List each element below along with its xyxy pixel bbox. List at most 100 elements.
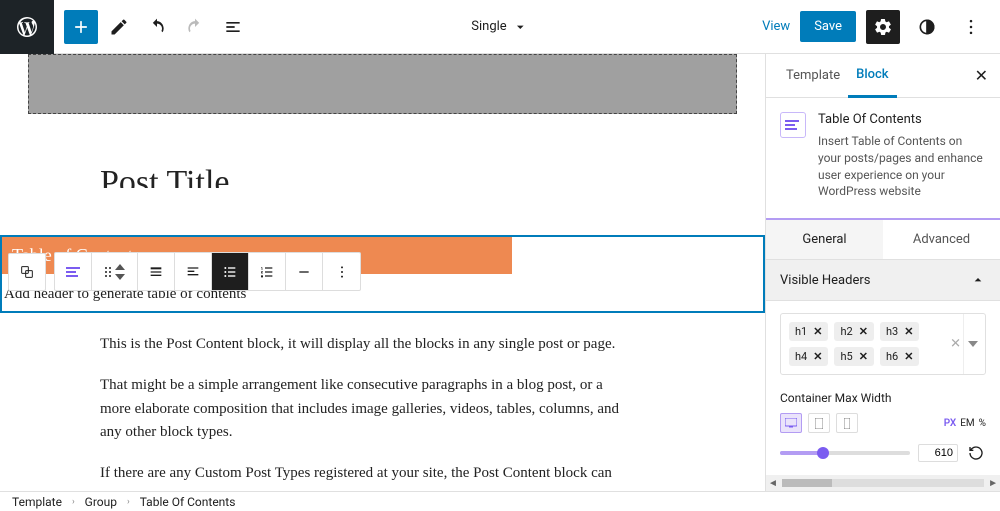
max-width-slider[interactable] — [780, 451, 910, 455]
block-name: Table Of Contents — [818, 112, 986, 127]
breadcrumb-item[interactable]: Table Of Contents — [140, 495, 236, 509]
paragraph[interactable]: If there are any Custom Post Types regis… — [100, 462, 627, 485]
text-align-button[interactable] — [175, 253, 212, 290]
parent-select-icon — [19, 264, 35, 280]
redo-button[interactable] — [178, 10, 212, 44]
chevron-up-icon[interactable] — [115, 264, 125, 270]
minus-icon — [296, 264, 312, 280]
remove-chip-icon[interactable]: ✕ — [859, 350, 868, 363]
save-button[interactable]: Save — [800, 11, 856, 42]
unit-em[interactable]: EM — [960, 418, 974, 429]
block-toolbar — [8, 252, 361, 291]
header-chip-h6[interactable]: h6✕ — [880, 347, 919, 366]
post-title[interactable]: Post Title — [100, 164, 765, 188]
list-view-icon — [223, 17, 243, 37]
block-description: Insert Table of Contents on your posts/p… — [818, 133, 986, 200]
chip-dropdown-icon[interactable] — [963, 314, 981, 374]
remove-chip-icon[interactable]: ✕ — [813, 325, 822, 338]
block-drag-handle[interactable] — [8, 253, 46, 291]
panel-title: Visible Headers — [780, 273, 870, 288]
add-block-button[interactable] — [64, 10, 98, 44]
align-button[interactable] — [138, 253, 175, 290]
chevron-down-icon[interactable] — [115, 274, 125, 280]
sidebar-h-scrollbar[interactable]: ◄ ► — [766, 475, 1000, 491]
reset-icon — [968, 445, 984, 461]
undo-button[interactable] — [140, 10, 174, 44]
drag-dots-icon — [105, 267, 111, 277]
remove-chip-icon[interactable]: ✕ — [904, 350, 913, 363]
subtab-general[interactable]: General — [766, 220, 883, 259]
scroll-right-icon[interactable]: ► — [988, 478, 998, 489]
gear-icon — [873, 17, 893, 37]
edit-mode-button[interactable] — [102, 10, 136, 44]
editor-canvas[interactable]: Post Title — [0, 54, 765, 491]
header-chip-h4[interactable]: h4✕ — [789, 347, 828, 366]
settings-button[interactable] — [866, 10, 900, 44]
post-content-block[interactable]: This is the Post Content block, it will … — [0, 313, 765, 485]
breadcrumb-separator-icon: › — [127, 497, 130, 507]
list-bullet-button[interactable] — [212, 253, 249, 290]
remove-chip-icon[interactable]: ✕ — [859, 325, 868, 338]
kebab-icon — [334, 264, 350, 280]
redo-icon — [185, 17, 205, 37]
paragraph[interactable]: This is the Post Content block, it will … — [100, 333, 627, 356]
pencil-icon — [109, 17, 129, 37]
align-icon — [148, 264, 164, 280]
settings-sidebar: Template Block ✕ Table Of Contents Inser… — [765, 54, 1000, 491]
device-tablet-button[interactable] — [808, 413, 830, 433]
remove-chip-icon[interactable]: ✕ — [813, 350, 822, 363]
tab-template[interactable]: Template — [778, 54, 848, 98]
slider-thumb[interactable] — [817, 447, 829, 459]
scroll-left-icon[interactable]: ◄ — [768, 478, 778, 489]
header-chip-h2[interactable]: h2✕ — [834, 322, 873, 341]
document-outline-button[interactable] — [216, 10, 250, 44]
header-chip-h5[interactable]: h5✕ — [834, 347, 873, 366]
subtab-advanced[interactable]: Advanced — [883, 220, 1000, 259]
align-left-icon — [185, 264, 201, 280]
reset-button[interactable] — [966, 443, 986, 463]
visible-headers-multiselect[interactable]: h1✕ h2✕ h3✕ h4✕ h5✕ h6✕ ✕ — [780, 313, 986, 375]
breadcrumb-item[interactable]: Group — [85, 495, 117, 509]
block-more-button[interactable] — [323, 253, 360, 290]
block-mover[interactable] — [92, 253, 138, 290]
unit-px[interactable]: PX — [944, 418, 957, 429]
header-chip-h1[interactable]: h1✕ — [789, 322, 828, 341]
wp-logo[interactable] — [0, 0, 54, 54]
container-max-width-label: Container Max Width — [780, 391, 986, 405]
device-desktop-button[interactable] — [780, 413, 802, 433]
view-button[interactable]: View — [762, 19, 790, 34]
unit-pct[interactable]: % — [979, 418, 986, 429]
bullet-list-icon — [222, 264, 238, 280]
toc-block-icon — [780, 112, 806, 138]
template-mode-label: Single — [471, 19, 506, 34]
toc-block-icon — [66, 267, 80, 277]
max-width-input[interactable] — [918, 444, 958, 462]
kebab-icon — [961, 17, 981, 37]
close-sidebar-button[interactable]: ✕ — [975, 66, 988, 85]
breadcrumb-item[interactable]: Template — [12, 495, 62, 509]
wordpress-icon — [15, 15, 39, 39]
block-type-button[interactable] — [55, 253, 92, 290]
plus-icon — [71, 17, 91, 37]
desktop-icon — [785, 418, 797, 428]
styles-button[interactable] — [910, 10, 944, 44]
featured-image-placeholder[interactable] — [28, 54, 737, 114]
numbered-list-icon — [259, 264, 275, 280]
remove-chip-icon[interactable]: ✕ — [904, 325, 913, 338]
paragraph[interactable]: That might be a simple arrangement like … — [100, 374, 627, 444]
header-chip-h3[interactable]: h3✕ — [880, 322, 919, 341]
chevron-up-icon — [970, 272, 986, 288]
undo-icon — [147, 17, 167, 37]
device-mobile-button[interactable] — [836, 413, 858, 433]
template-mode-dropdown[interactable]: Single — [471, 19, 528, 35]
more-options-button[interactable] — [954, 10, 988, 44]
panel-visible-headers-toggle[interactable]: Visible Headers — [766, 260, 1000, 301]
mobile-icon — [844, 418, 850, 429]
tab-block[interactable]: Block — [848, 54, 896, 98]
list-number-button[interactable] — [249, 253, 286, 290]
clear-chips-icon[interactable]: ✕ — [950, 337, 961, 352]
list-none-button[interactable] — [286, 253, 323, 290]
block-breadcrumb: Template › Group › Table Of Contents — [0, 491, 1000, 511]
top-toolbar: Single View Save — [0, 0, 1000, 54]
tablet-icon — [815, 418, 823, 429]
